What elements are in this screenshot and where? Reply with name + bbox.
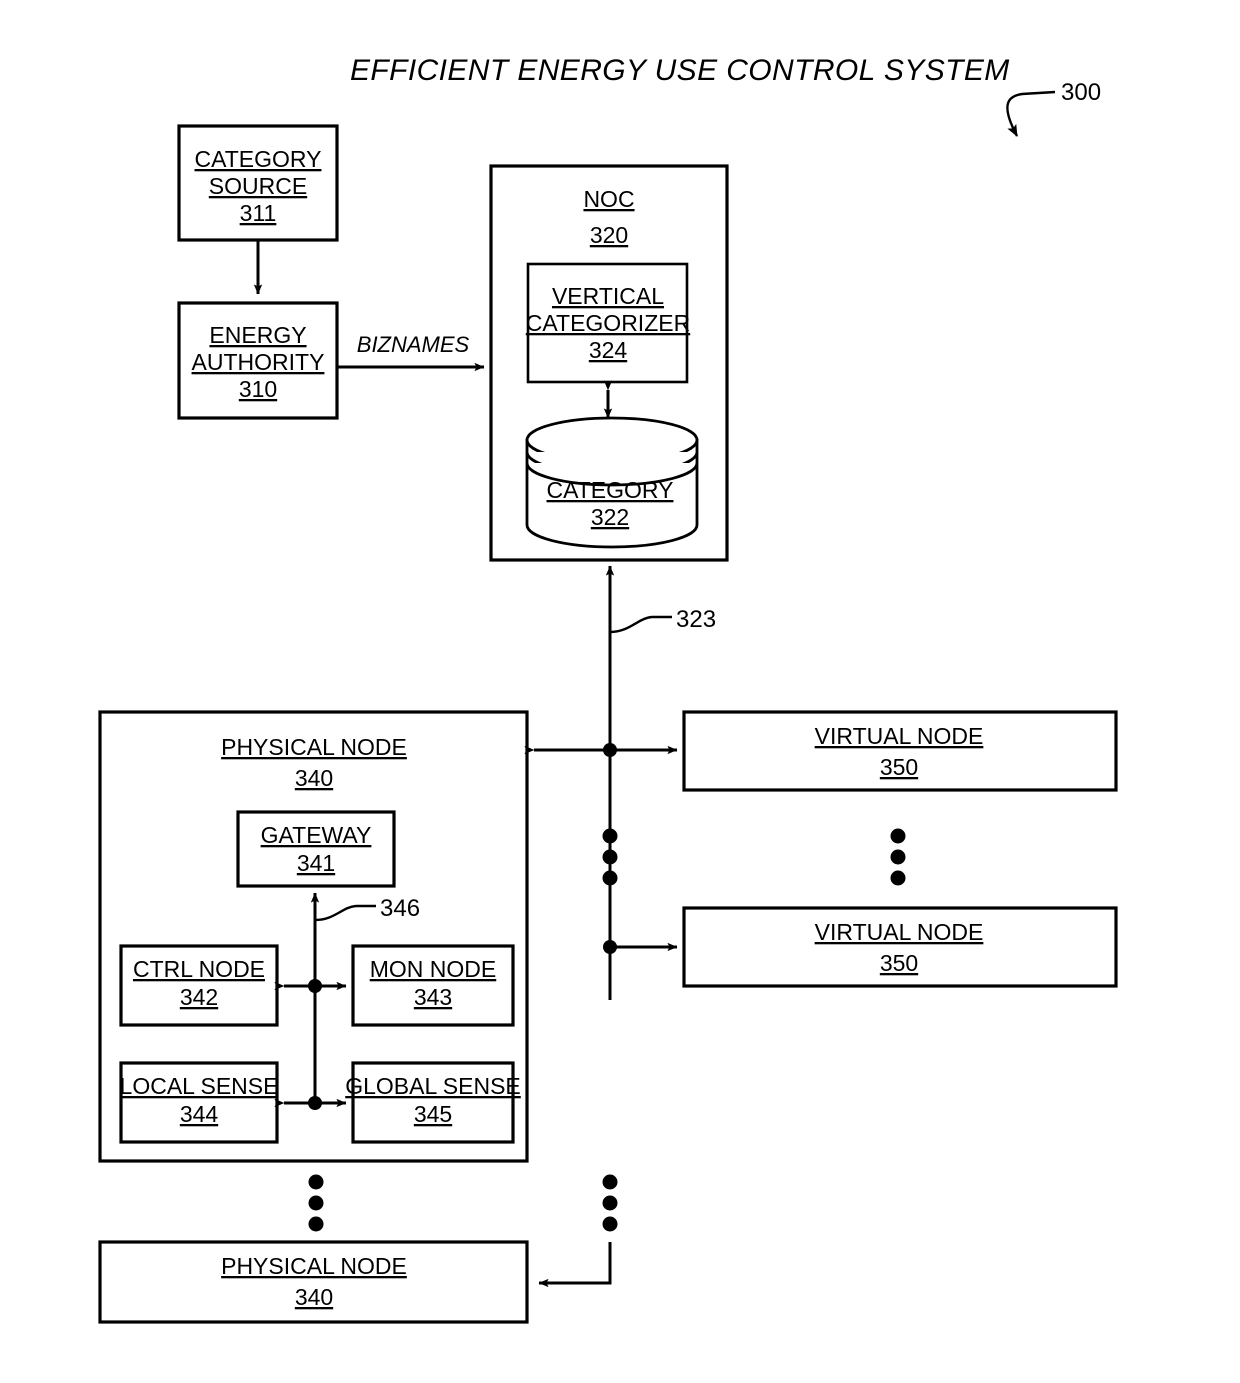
vertical-categorizer-label-line1: VERTICAL [552,283,664,309]
mon-node-label: MON NODE [370,956,497,982]
category-source-ref: 311 [240,200,277,226]
category-db-ref: 322 [591,504,629,530]
energy-authority-ref: 310 [239,376,277,402]
bus-junction-local-global [308,1096,322,1110]
bus-ref-leader [609,615,672,634]
energy-authority-label-line1: ENERGY [209,322,306,348]
ctrl-node-ref: 342 [180,984,218,1010]
physical-node-bottom-ref: 340 [295,1284,333,1310]
bus-junction-ctrl-mon [308,979,322,993]
vertical-categorizer-ref: 324 [589,337,628,363]
virtual-node-top-label: VIRTUAL NODE [815,723,984,749]
gateway-ref: 341 [297,850,335,876]
virtual-node-ellipsis [890,828,906,886]
figure-ref-leader [1006,90,1056,137]
bus-ellipsis-middle [602,828,618,886]
edge-bus-to-bottom-physical-node [538,1242,612,1288]
ctrl-node-label: CTRL NODE [133,956,265,982]
page-title: EFFICIENT ENERGY USE CONTROL SYSTEM [350,54,1010,87]
energy-authority-label-line2: AUTHORITY [192,349,325,375]
bus-junction-virtual-top [603,743,617,757]
category-source-label-line1: CATEGORY [195,146,322,172]
internal-bus-ref-label: 346 [380,895,420,922]
gateway-label: GATEWAY [261,822,372,848]
category-source-label-line2: SOURCE [209,173,307,199]
patent-figure: EFFICIENT ENERGY USE CONTROL SYSTEM 300 … [0,0,1240,1383]
physical-node-top-ref: 340 [295,765,333,791]
virtual-node-top-ref: 350 [880,754,918,780]
local-sense-label: LOCAL SENSE [120,1073,279,1099]
bus-ref-label: 323 [676,606,716,633]
bus-junction-virtual-bottom [603,940,617,954]
local-sense-ref: 344 [180,1101,219,1127]
figure-ref-label: 300 [1061,79,1101,106]
physical-node-ellipsis [308,1174,324,1232]
global-sense-ref: 345 [414,1101,452,1127]
biznames-label: BIZNAMES [357,332,470,357]
noc-ref: 320 [590,222,628,248]
virtual-node-bottom-label: VIRTUAL NODE [815,919,984,945]
vertical-categorizer-label-line2: CATEGORIZER [526,310,690,336]
diagram-canvas: EFFICIENT ENERGY USE CONTROL SYSTEM 300 … [98,54,1118,1324]
physical-node-top-label: PHYSICAL NODE [221,734,407,760]
noc-label: NOC [583,186,634,212]
bus-ellipsis-lower [602,1174,618,1232]
category-db-label: CATEGORY [547,477,674,503]
global-sense-label: GLOBAL SENSE [345,1073,521,1099]
physical-node-bottom-label: PHYSICAL NODE [221,1253,407,1279]
mon-node-ref: 343 [414,984,452,1010]
virtual-node-bottom-ref: 350 [880,950,918,976]
